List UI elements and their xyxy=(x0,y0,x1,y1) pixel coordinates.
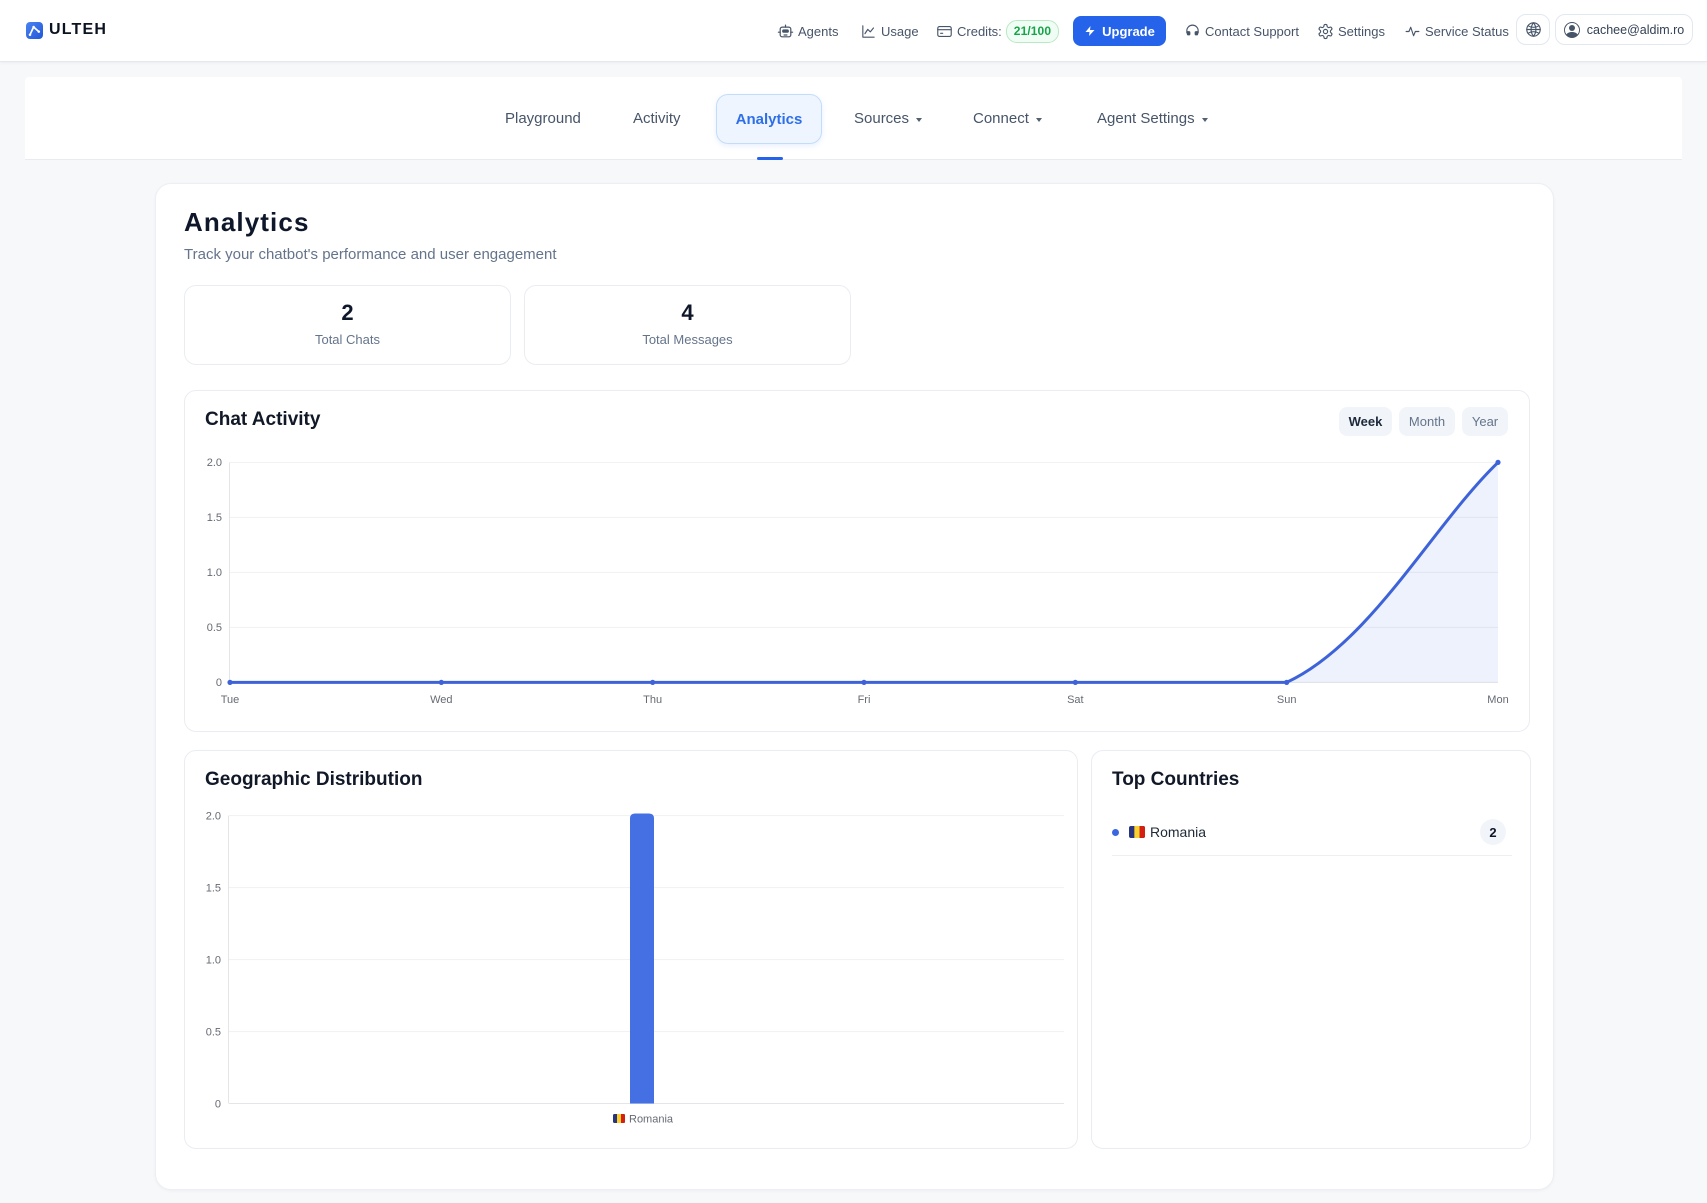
svg-text:0.5: 0.5 xyxy=(207,622,222,634)
svg-text:Wed: Wed xyxy=(430,694,452,706)
svg-text:Sun: Sun xyxy=(1277,694,1297,706)
svg-text:1.0: 1.0 xyxy=(206,954,221,966)
svg-text:Sat: Sat xyxy=(1067,694,1084,706)
svg-text:1.5: 1.5 xyxy=(206,882,221,894)
svg-text:0: 0 xyxy=(216,677,222,689)
svg-text:2.0: 2.0 xyxy=(206,810,221,822)
svg-text:0: 0 xyxy=(215,1098,221,1110)
svg-text:0.5: 0.5 xyxy=(206,1026,221,1038)
svg-text:Thu: Thu xyxy=(643,694,662,706)
svg-text:Fri: Fri xyxy=(858,694,871,706)
svg-text:2.0: 2.0 xyxy=(207,457,222,469)
svg-text:Mon: Mon xyxy=(1487,694,1508,706)
svg-text:Tue: Tue xyxy=(221,694,240,706)
svg-text:1.5: 1.5 xyxy=(207,512,222,524)
svg-text:1.0: 1.0 xyxy=(207,567,222,579)
svg-text:Romania: Romania xyxy=(629,1114,674,1126)
